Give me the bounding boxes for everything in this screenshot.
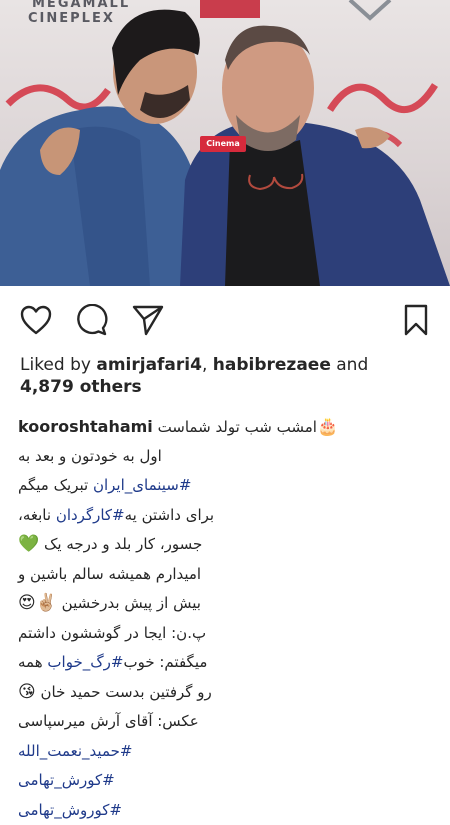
caption-text-l6: امیدارم همیشه سالم باشین و (18, 565, 201, 583)
heart-icon[interactable] (18, 302, 54, 338)
bookmark-icon[interactable] (398, 302, 434, 338)
liker-link-2[interactable]: habibrezaee (213, 355, 331, 375)
action-bar (0, 300, 450, 340)
liker-link-1[interactable]: amirjafari4 (96, 355, 202, 375)
caption-line-3: #سینمای_ایران تبریک میگم (18, 471, 368, 501)
kiss-emoji: 😘 (18, 682, 36, 702)
likes-and: and (331, 355, 368, 375)
post-caption: kooroshtahami 🎂امشب شب تولد شماست اول به… (18, 412, 368, 825)
brand-text-bottom: CINEPLEX (28, 11, 115, 26)
caption-line-11: عکس: آقای آرش میرسپاسی (18, 707, 368, 737)
hashtag-koorosh-tahami[interactable]: #کوروش_تهامی (18, 801, 122, 819)
cinema-sign: Cinema (200, 136, 246, 152)
caption-text-l9b: همه (18, 653, 47, 671)
hashtag-cinema-iran[interactable]: #سینمای_ایران (93, 476, 191, 494)
green-heart-emoji: 💚 (18, 534, 39, 554)
share-icon[interactable] (130, 302, 166, 338)
hashtag-rag-khab[interactable]: #رگ_خواب (47, 653, 123, 671)
hashtag-koorsh-tahami[interactable]: #کورش_تهامی (18, 771, 115, 789)
caption-text-l7: بیش از پیش بدرخشین (62, 594, 201, 612)
caption-line-9: میگفتم: خوب#رگ_خواب همه (18, 648, 368, 678)
likes-separator: , (202, 355, 213, 375)
caption-text-l1: امشب شب تولد شماست (158, 418, 317, 436)
caption-line-14: #کوروش_تهامی (18, 796, 368, 825)
caption-text-l11: عکس: آقای آرش میرسپاسی (18, 712, 199, 730)
caption-line-13: #کورش_تهامی (18, 766, 368, 796)
caption-line-8: پ.ن: ایجا در گوششون داشتم (18, 619, 368, 649)
caption-text-l10: رو گرفتین بدست حمید خان (41, 683, 212, 701)
caption-line-1: kooroshtahami 🎂امشب شب تولد شماست (18, 412, 368, 442)
caption-username[interactable]: kooroshtahami (18, 417, 153, 436)
caption-text-l5: جسور، کار بلد و درجه یک (44, 535, 202, 553)
caption-line-12: #حمید_نعمت_الله (18, 737, 368, 767)
caption-line-6: امیدارم همیشه سالم باشین و (18, 560, 368, 590)
post-photo[interactable]: MEGAMALL CINEPLEX Cinema (0, 0, 450, 286)
caption-text-l4b: نابغه، (18, 506, 56, 524)
cake-emoji: 🎂 (317, 417, 338, 437)
caption-text-l3: تبریک میگم (18, 476, 93, 494)
caption-text-l2: اول به خودتون و بعد به (18, 447, 162, 465)
caption-text-l9a: میگفتم: خوب (123, 653, 207, 671)
likes-others-link[interactable]: 4,879 others (20, 377, 142, 397)
caption-line-2: اول به خودتون و بعد به (18, 442, 368, 472)
caption-line-7: بیش از پیش بدرخشین ✌🏼😍 (18, 589, 368, 619)
comment-icon[interactable] (74, 302, 110, 338)
likes-prefix: Liked by (20, 355, 96, 375)
caption-text-l8: پ.ن: ایجا در گوششون داشتم (18, 624, 206, 642)
hashtag-director[interactable]: #کارگردان (56, 506, 125, 524)
hashtag-hamid-nematollah[interactable]: #حمید_نعمت_الله (18, 742, 132, 760)
caption-line-10: رو گرفتین بدست حمید خان 😘 (18, 678, 368, 708)
victory-heart-eyes-emoji: ✌🏼😍 (18, 593, 57, 613)
brand-text-top: MEGAMALL (32, 0, 130, 11)
caption-text-l4a: برای داشتن یه (125, 506, 214, 524)
caption-line-5: جسور، کار بلد و درجه یک 💚 (18, 530, 368, 560)
likes-summary: Liked by amirjafari4, habibrezaee and 4,… (20, 354, 440, 398)
caption-line-4: برای داشتن یه#کارگردان نابغه، (18, 501, 368, 531)
